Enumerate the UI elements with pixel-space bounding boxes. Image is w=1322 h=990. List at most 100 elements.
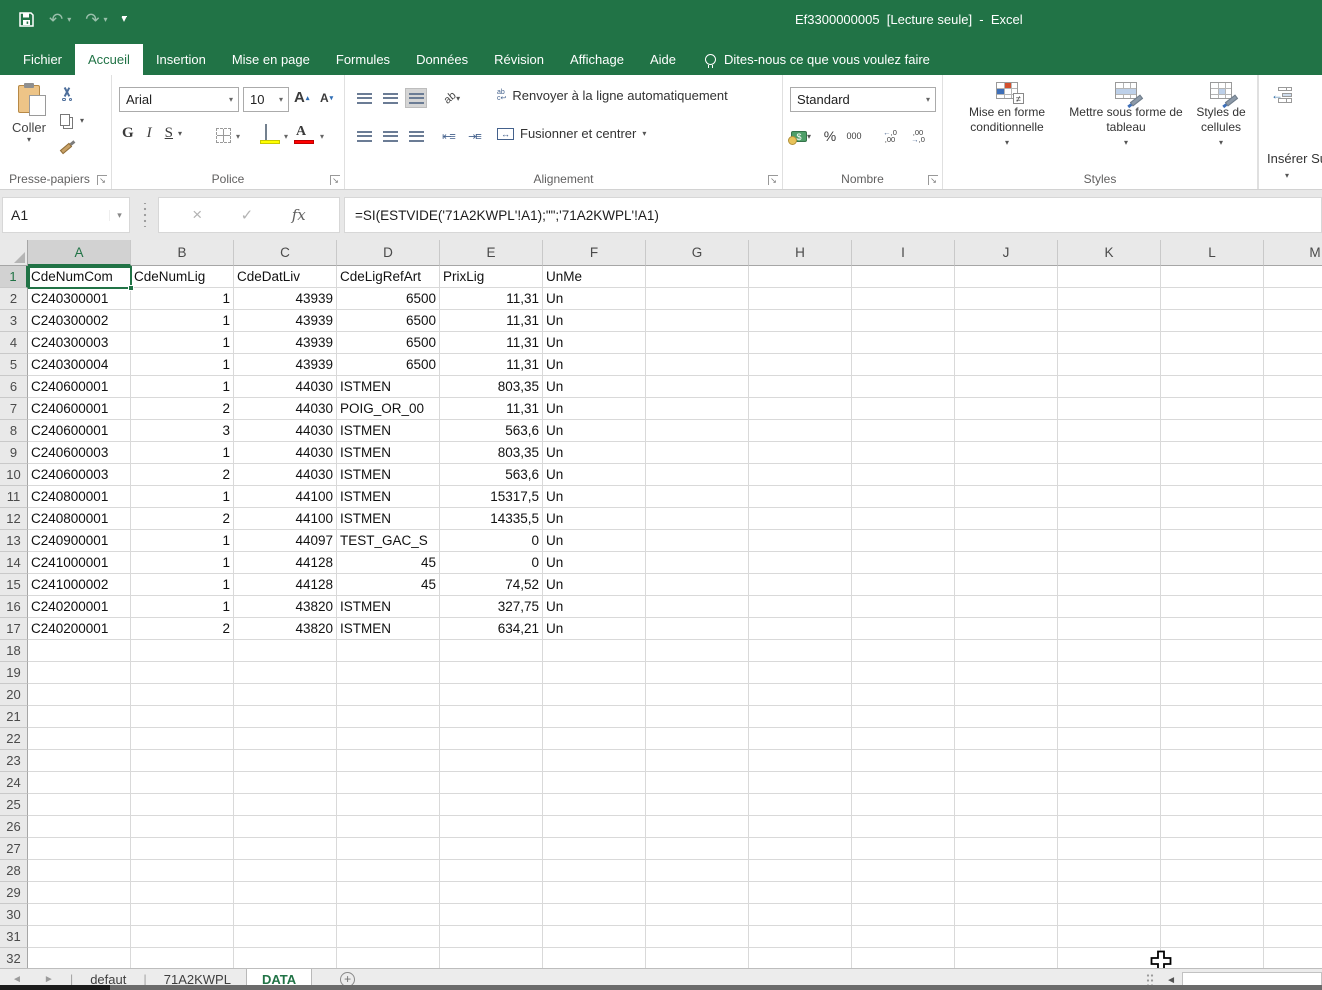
- cell-D3[interactable]: 6500: [337, 310, 440, 332]
- cell-C14[interactable]: 44128: [234, 552, 337, 574]
- cell-I23[interactable]: [852, 750, 955, 772]
- ribbon-tab-aide[interactable]: Aide: [637, 44, 689, 75]
- cell-K25[interactable]: [1058, 794, 1161, 816]
- cell-F16[interactable]: Un: [543, 596, 646, 618]
- cell-A7[interactable]: C240600001: [28, 398, 131, 420]
- cell-A2[interactable]: C240300001: [28, 288, 131, 310]
- column-header-K[interactable]: K: [1058, 240, 1161, 266]
- cell-J8[interactable]: [955, 420, 1058, 442]
- cell-L16[interactable]: [1161, 596, 1264, 618]
- cell-J9[interactable]: [955, 442, 1058, 464]
- ribbon-tab-données[interactable]: Données: [403, 44, 481, 75]
- cell-L14[interactable]: [1161, 552, 1264, 574]
- cell-B14[interactable]: 1: [131, 552, 234, 574]
- cell-E29[interactable]: [440, 882, 543, 904]
- cell-A27[interactable]: [28, 838, 131, 860]
- ribbon-tab-mise-en-page[interactable]: Mise en page: [219, 44, 323, 75]
- row-header-23[interactable]: 23: [0, 750, 28, 772]
- align-middle-button[interactable]: [379, 88, 401, 108]
- format-as-table-button[interactable]: Mettre sous forme de tableau ▾: [1065, 82, 1187, 150]
- sheet-nav-right-icon[interactable]: ►: [44, 974, 54, 985]
- cell-C17[interactable]: 43820: [234, 618, 337, 640]
- cell-D10[interactable]: ISTMEN: [337, 464, 440, 486]
- cell-B26[interactable]: [131, 816, 234, 838]
- cell-G6[interactable]: [646, 376, 749, 398]
- cell-L7[interactable]: [1161, 398, 1264, 420]
- cut-button[interactable]: [60, 83, 104, 105]
- cell-D27[interactable]: [337, 838, 440, 860]
- cell-I26[interactable]: [852, 816, 955, 838]
- cell-H4[interactable]: [749, 332, 852, 354]
- borders-icon[interactable]: [216, 128, 231, 143]
- cell-B31[interactable]: [131, 926, 234, 948]
- cell-B15[interactable]: 1: [131, 574, 234, 596]
- cell-E3[interactable]: 11,31: [440, 310, 543, 332]
- cell-L13[interactable]: [1161, 530, 1264, 552]
- cell-H15[interactable]: [749, 574, 852, 596]
- cell-J29[interactable]: [955, 882, 1058, 904]
- cell-J20[interactable]: [955, 684, 1058, 706]
- cell-C8[interactable]: 44030: [234, 420, 337, 442]
- row-header-30[interactable]: 30: [0, 904, 28, 926]
- cell-E26[interactable]: [440, 816, 543, 838]
- cell-K8[interactable]: [1058, 420, 1161, 442]
- cell-L3[interactable]: [1161, 310, 1264, 332]
- cell-I28[interactable]: [852, 860, 955, 882]
- cell-A6[interactable]: C240600001: [28, 376, 131, 398]
- undo-icon[interactable]: ↶: [49, 11, 63, 28]
- cell-H8[interactable]: [749, 420, 852, 442]
- cell-K27[interactable]: [1058, 838, 1161, 860]
- merge-dropdown-icon[interactable]: ▾: [642, 129, 646, 138]
- cell-D25[interactable]: [337, 794, 440, 816]
- cell-A4[interactable]: C240300003: [28, 332, 131, 354]
- column-header-L[interactable]: L: [1161, 240, 1264, 266]
- cell-B20[interactable]: [131, 684, 234, 706]
- cell-L8[interactable]: [1161, 420, 1264, 442]
- cell-A5[interactable]: C240300004: [28, 354, 131, 376]
- cell-G2[interactable]: [646, 288, 749, 310]
- cell-B9[interactable]: 1: [131, 442, 234, 464]
- cell-E2[interactable]: 11,31: [440, 288, 543, 310]
- paste-button[interactable]: Coller ▾: [6, 82, 52, 166]
- cell-D17[interactable]: ISTMEN: [337, 618, 440, 640]
- cell-F20[interactable]: [543, 684, 646, 706]
- row-header-12[interactable]: 12: [0, 508, 28, 530]
- format-painter-button[interactable]: [60, 137, 104, 159]
- row-header-25[interactable]: 25: [0, 794, 28, 816]
- cell-M18[interactable]: [1264, 640, 1322, 662]
- row-header-14[interactable]: 14: [0, 552, 28, 574]
- cell-E10[interactable]: 563,6: [440, 464, 543, 486]
- row-header-24[interactable]: 24: [0, 772, 28, 794]
- cell-K30[interactable]: [1058, 904, 1161, 926]
- cell-J25[interactable]: [955, 794, 1058, 816]
- cell-A10[interactable]: C240600003: [28, 464, 131, 486]
- cell-A19[interactable]: [28, 662, 131, 684]
- cell-D29[interactable]: [337, 882, 440, 904]
- row-header-13[interactable]: 13: [0, 530, 28, 552]
- cell-I22[interactable]: [852, 728, 955, 750]
- cell-K4[interactable]: [1058, 332, 1161, 354]
- cell-E24[interactable]: [440, 772, 543, 794]
- cell-A28[interactable]: [28, 860, 131, 882]
- row-header-11[interactable]: 11: [0, 486, 28, 508]
- cell-M11[interactable]: [1264, 486, 1322, 508]
- cell-M7[interactable]: [1264, 398, 1322, 420]
- column-header-G[interactable]: G: [646, 240, 749, 266]
- cell-B28[interactable]: [131, 860, 234, 882]
- cell-A17[interactable]: C240200001: [28, 618, 131, 640]
- sheet-nav-left-icon[interactable]: ◄: [12, 974, 22, 985]
- cell-B25[interactable]: [131, 794, 234, 816]
- cell-B6[interactable]: 1: [131, 376, 234, 398]
- cell-L2[interactable]: [1161, 288, 1264, 310]
- cell-B19[interactable]: [131, 662, 234, 684]
- font-color-dropdown-icon[interactable]: ▾: [320, 132, 324, 141]
- cell-D20[interactable]: [337, 684, 440, 706]
- cell-L26[interactable]: [1161, 816, 1264, 838]
- cell-E8[interactable]: 563,6: [440, 420, 543, 442]
- cell-C30[interactable]: [234, 904, 337, 926]
- cell-G16[interactable]: [646, 596, 749, 618]
- decrease-indent-button[interactable]: ⇤≡: [437, 126, 459, 146]
- cell-J19[interactable]: [955, 662, 1058, 684]
- cell-A13[interactable]: C240900001: [28, 530, 131, 552]
- cell-B8[interactable]: 3: [131, 420, 234, 442]
